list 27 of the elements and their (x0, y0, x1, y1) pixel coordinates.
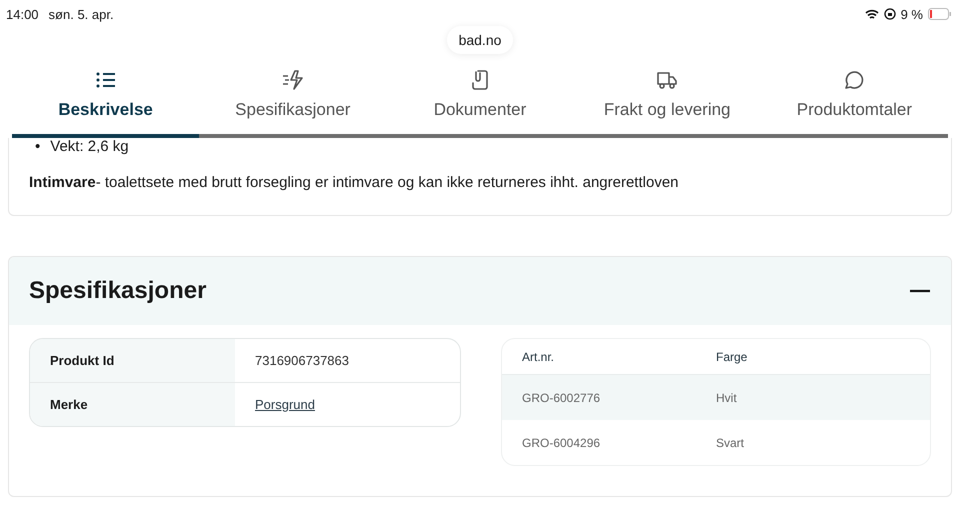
bullet-item: Vekt: 2,6 kg (50, 138, 129, 156)
column-header: Farge (716, 350, 748, 364)
bolt-icon (280, 68, 305, 92)
table-cell: Svart (716, 436, 744, 450)
clock-time: 14:00 (6, 6, 39, 22)
battery-percent: 9 % (900, 6, 923, 22)
brand-link[interactable]: Porsgrund (255, 397, 315, 412)
property-label: Produkt Id (30, 339, 235, 382)
battery-icon (928, 8, 952, 20)
table-cell: GRO-6002776 (522, 390, 600, 404)
property-label: Merke (30, 383, 235, 426)
property-value: 7316906737863 (255, 353, 349, 368)
date: søn. 5. apr. (48, 6, 114, 22)
rotation-lock-icon (884, 8, 896, 20)
tab[interactable]: Frakt og levering (574, 68, 761, 138)
tab[interactable]: Spesifikasjoner (199, 68, 386, 138)
section-title: Spesifikasjoner (29, 277, 206, 305)
tab[interactable]: Dokumenter (386, 68, 574, 138)
column-header: Art.nr. (522, 350, 554, 364)
table-cell: GRO-6004296 (522, 436, 600, 450)
tab[interactable]: Produktomtaler (760, 68, 948, 138)
wifi-icon (864, 8, 879, 20)
table-cell: Hvit (716, 390, 737, 404)
note-text: Intimvare- toalettsete med brutt forsegling er intimvare og kan ikke returneres ihht. angrerettloven (29, 174, 680, 191)
address-bar[interactable]: bad.no (446, 26, 514, 54)
bullet-marker: • (35, 138, 40, 156)
tab[interactable]: Beskrivelse (12, 68, 200, 138)
